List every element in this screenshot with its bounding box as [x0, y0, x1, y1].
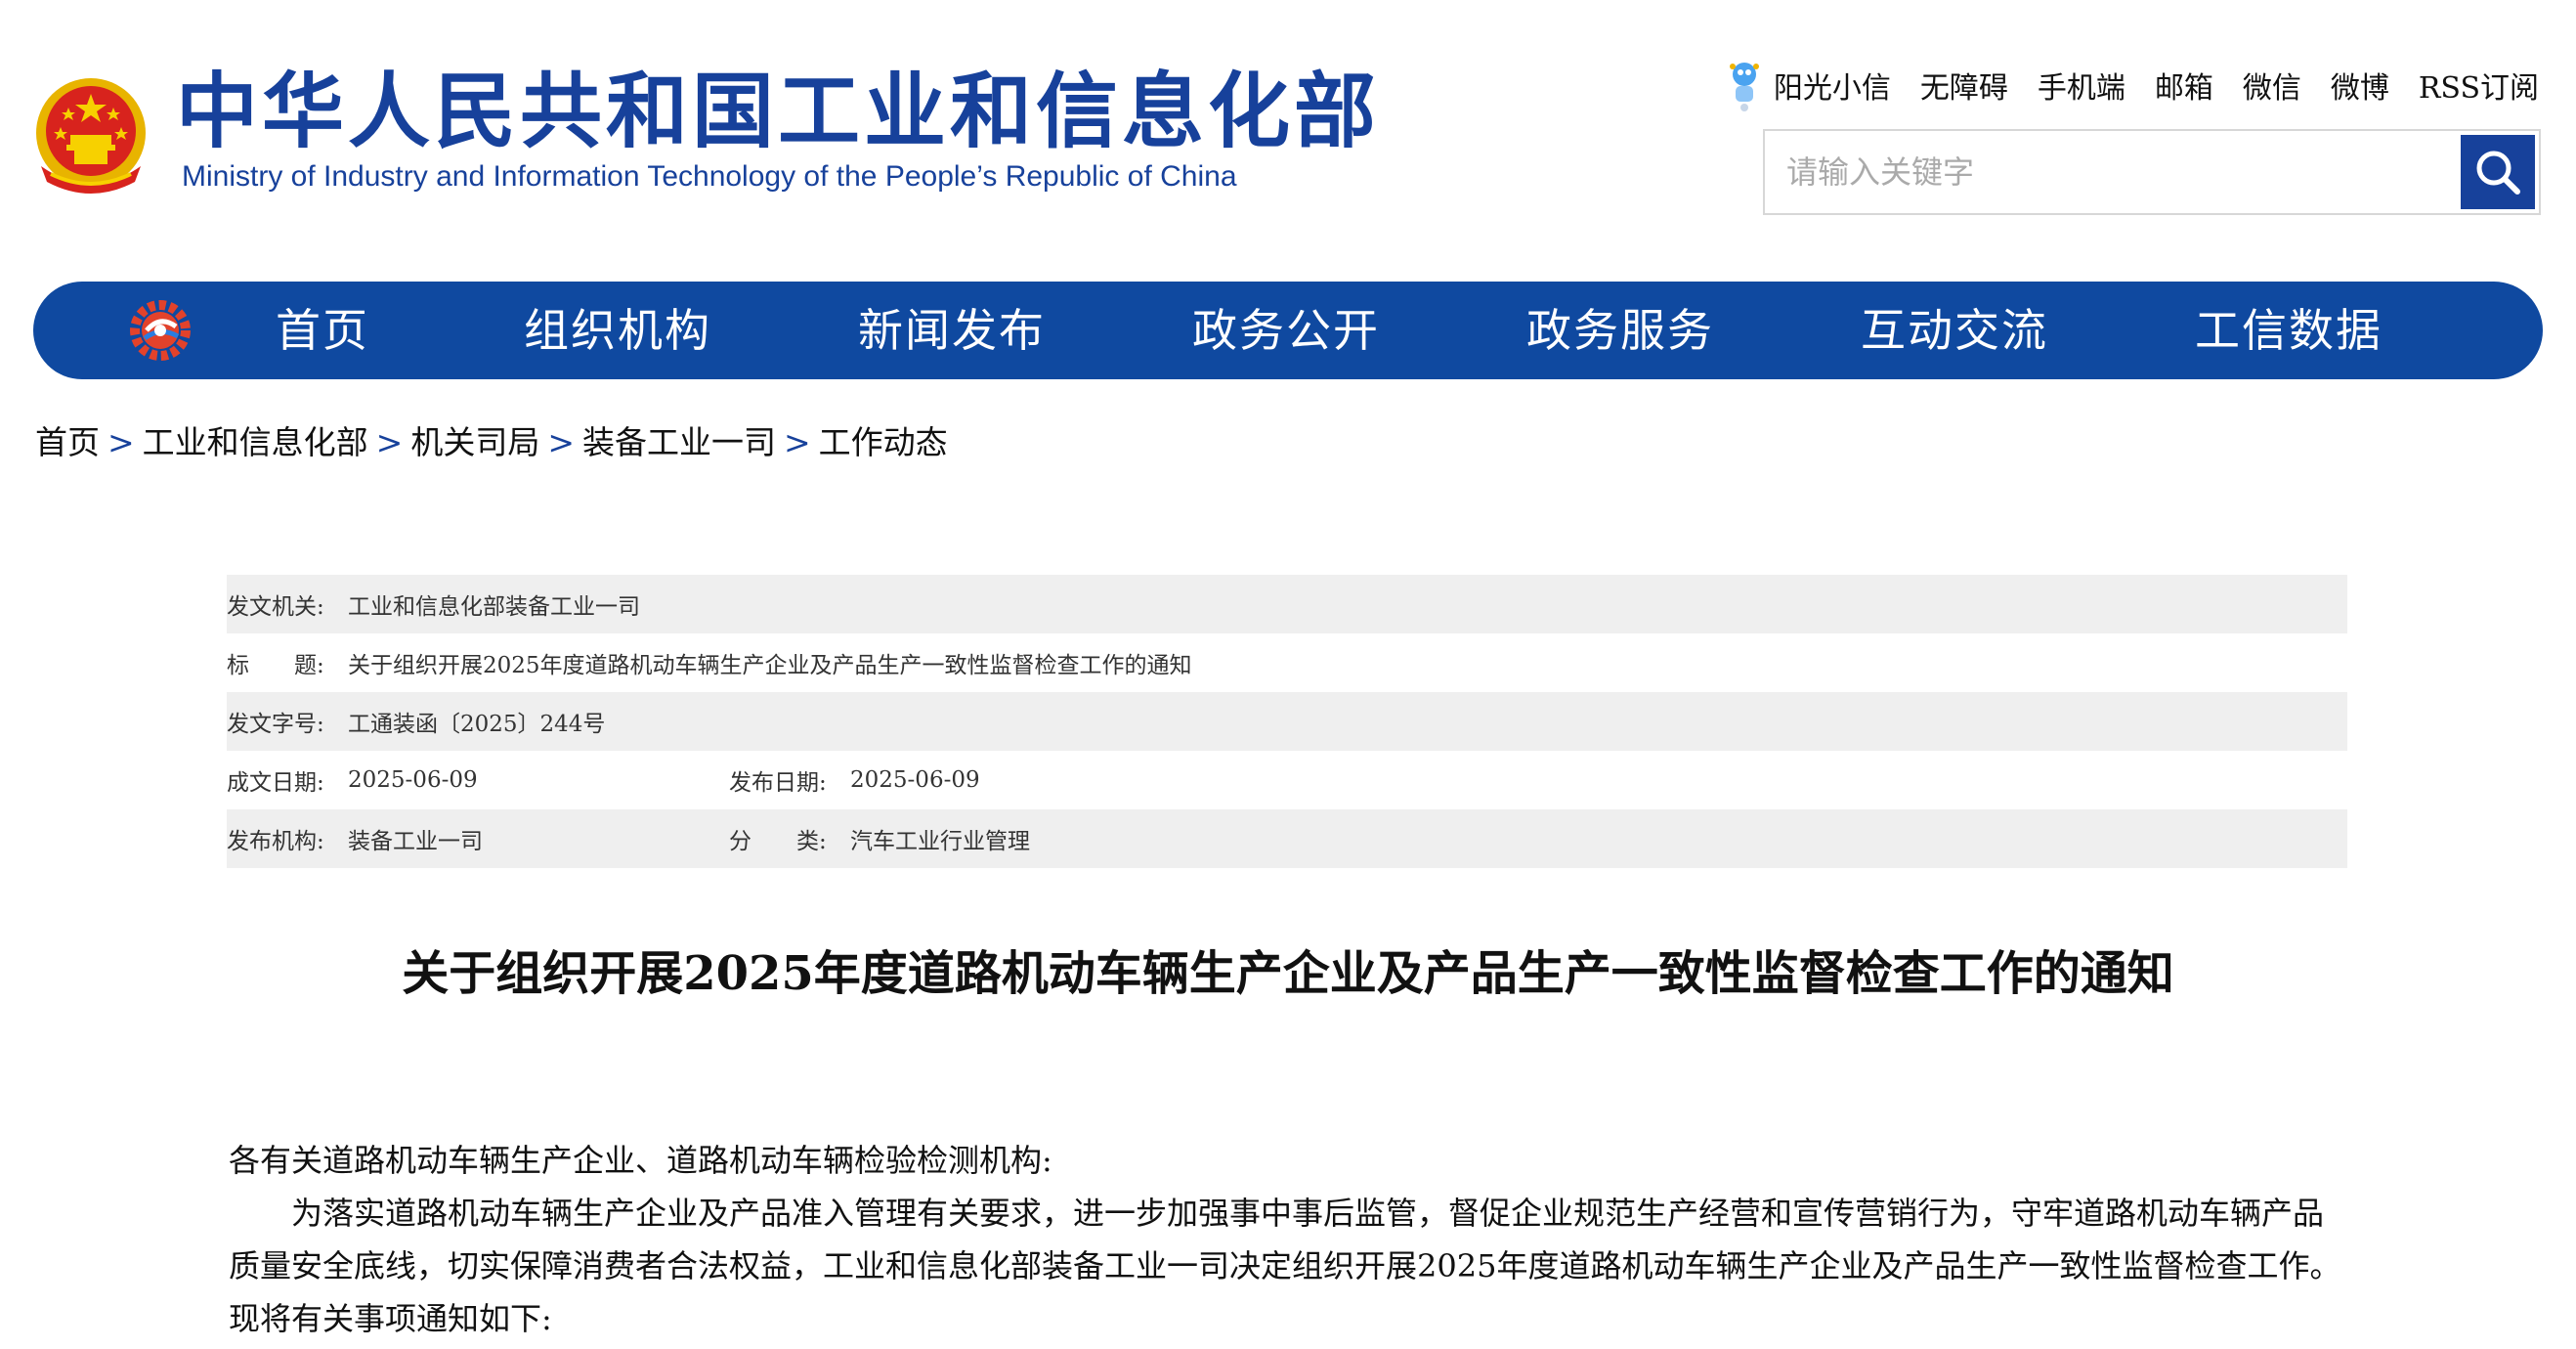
breadcrumb-separator: >: [107, 423, 135, 461]
search-button[interactable]: [2461, 135, 2535, 209]
miit-gear-logo-icon[interactable]: [127, 297, 193, 364]
breadcrumb-work-updates[interactable]: 工作动态: [819, 423, 948, 461]
meta-row-dates: 成文日期: 2025-06-09 发布日期: 2025-06-09: [227, 751, 2347, 809]
meta-published-cell: 发布日期: 2025-06-09: [729, 763, 980, 797]
search-input[interactable]: [1765, 131, 2465, 213]
top-links: 阳光小信 无障碍 手机端 邮箱 微信 微博 RSS订阅: [1725, 57, 2539, 113]
nav-organization[interactable]: 组织机构: [524, 282, 711, 379]
toplink-rss[interactable]: RSS订阅: [2419, 64, 2539, 107]
meta-row-org: 发布机构: 装备工业一司 分 类: 汽车工业行业管理: [227, 809, 2347, 868]
article-body: 各有关道路机动车辆生产企业、道路机动车辆检验检测机构: 为落实道路机动车辆生产企…: [229, 1134, 2349, 1345]
meta-written-value: 2025-06-09: [348, 767, 478, 793]
breadcrumb-separator: >: [783, 423, 811, 461]
meta-org-cell: 发布机构: 装备工业一司: [227, 822, 729, 855]
toplink-mailbox[interactable]: 邮箱: [2155, 64, 2213, 107]
nav-gov-services[interactable]: 政务服务: [1526, 282, 1714, 379]
meta-org-value: 装备工业一司: [348, 829, 483, 854]
toplink-weibo[interactable]: 微博: [2331, 64, 2389, 107]
meta-category-value: 汽车工业行业管理: [850, 829, 1030, 854]
nav-interaction[interactable]: 互动交流: [1861, 282, 2048, 379]
site-header: 中华人民共和国工业和信息化部 Ministry of Industry and …: [0, 0, 2576, 254]
meta-issuer-label: 发文机关:: [227, 594, 324, 620]
meta-title-value: 关于组织开展2025年度道路机动车辆生产企业及产品生产一致性监督检查工作的通知: [348, 653, 1192, 678]
search-box: [1763, 129, 2541, 215]
main-nav: 首页 组织机构 新闻发布 政务公开 政务服务 互动交流 工信数据: [33, 282, 2543, 379]
meta-docno-label: 发文字号:: [227, 712, 324, 737]
toplink-accessibility[interactable]: 无障碍: [1920, 64, 2008, 107]
nav-news[interactable]: 新闻发布: [858, 282, 1046, 379]
meta-row-docno: 发文字号: 工通装函〔2025〕244号: [227, 692, 2347, 751]
robot-mascot-icon[interactable]: [1725, 57, 1764, 113]
toplink-wechat[interactable]: 微信: [2243, 64, 2301, 107]
breadcrumb-home[interactable]: 首页: [35, 423, 100, 461]
meta-docno-value: 工通装函〔2025〕244号: [348, 712, 606, 737]
meta-published-value: 2025-06-09: [850, 767, 980, 793]
nav-home[interactable]: 首页: [276, 282, 369, 379]
toplink-mobile[interactable]: 手机端: [2038, 64, 2125, 107]
meta-title-label: 标 题:: [227, 653, 324, 678]
document-meta-table: 发文机关: 工业和信息化部装备工业一司 标 题: 关于组织开展2025年度道路机…: [227, 575, 2347, 868]
meta-written-cell: 成文日期: 2025-06-09: [227, 763, 729, 797]
meta-published-label: 发布日期:: [729, 770, 827, 796]
breadcrumb-separator: >: [375, 423, 404, 461]
site-title-en[interactable]: Ministry of Industry and Information Tec…: [182, 160, 1237, 194]
nav-data[interactable]: 工信数据: [2195, 282, 2383, 379]
article-salutation: 各有关道路机动车辆生产企业、道路机动车辆检验检测机构:: [229, 1142, 1052, 1179]
breadcrumb: 首页 > 工业和信息化部 > 机关司局 > 装备工业一司 > 工作动态: [35, 416, 948, 463]
breadcrumb-equipment-dept-1[interactable]: 装备工业一司: [582, 423, 776, 461]
breadcrumb-departments[interactable]: 机关司局: [410, 423, 539, 461]
nav-gov-affairs-open[interactable]: 政务公开: [1192, 282, 1380, 379]
meta-org-label: 发布机构:: [227, 829, 324, 854]
meta-row-title: 标 题: 关于组织开展2025年度道路机动车辆生产企业及产品生产一致性监督检查工…: [227, 633, 2347, 692]
article-title: 关于组织开展2025年度道路机动车辆生产企业及产品生产一致性监督检查工作的通知: [402, 946, 2174, 1001]
national-emblem-icon[interactable]: [31, 72, 150, 199]
meta-row-issuer: 发文机关: 工业和信息化部装备工业一司: [227, 575, 2347, 633]
meta-issuer-value: 工业和信息化部装备工业一司: [348, 594, 640, 620]
meta-written-label: 成文日期:: [227, 770, 324, 796]
breadcrumb-ministry[interactable]: 工业和信息化部: [143, 423, 368, 461]
site-title-cn[interactable]: 中华人民共和国工业和信息化部: [176, 70, 1380, 152]
breadcrumb-separator: >: [547, 423, 575, 461]
meta-category-label: 分 类:: [729, 829, 827, 854]
article-paragraph: 为落实道路机动车辆生产企业及产品准入管理有关要求，进一步加强事中事后监管，督促企…: [229, 1195, 2341, 1337]
meta-category-cell: 分 类: 汽车工业行业管理: [729, 822, 1030, 855]
search-icon: [2476, 151, 2520, 195]
toplink-sunshine[interactable]: 阳光小信: [1774, 64, 1891, 107]
